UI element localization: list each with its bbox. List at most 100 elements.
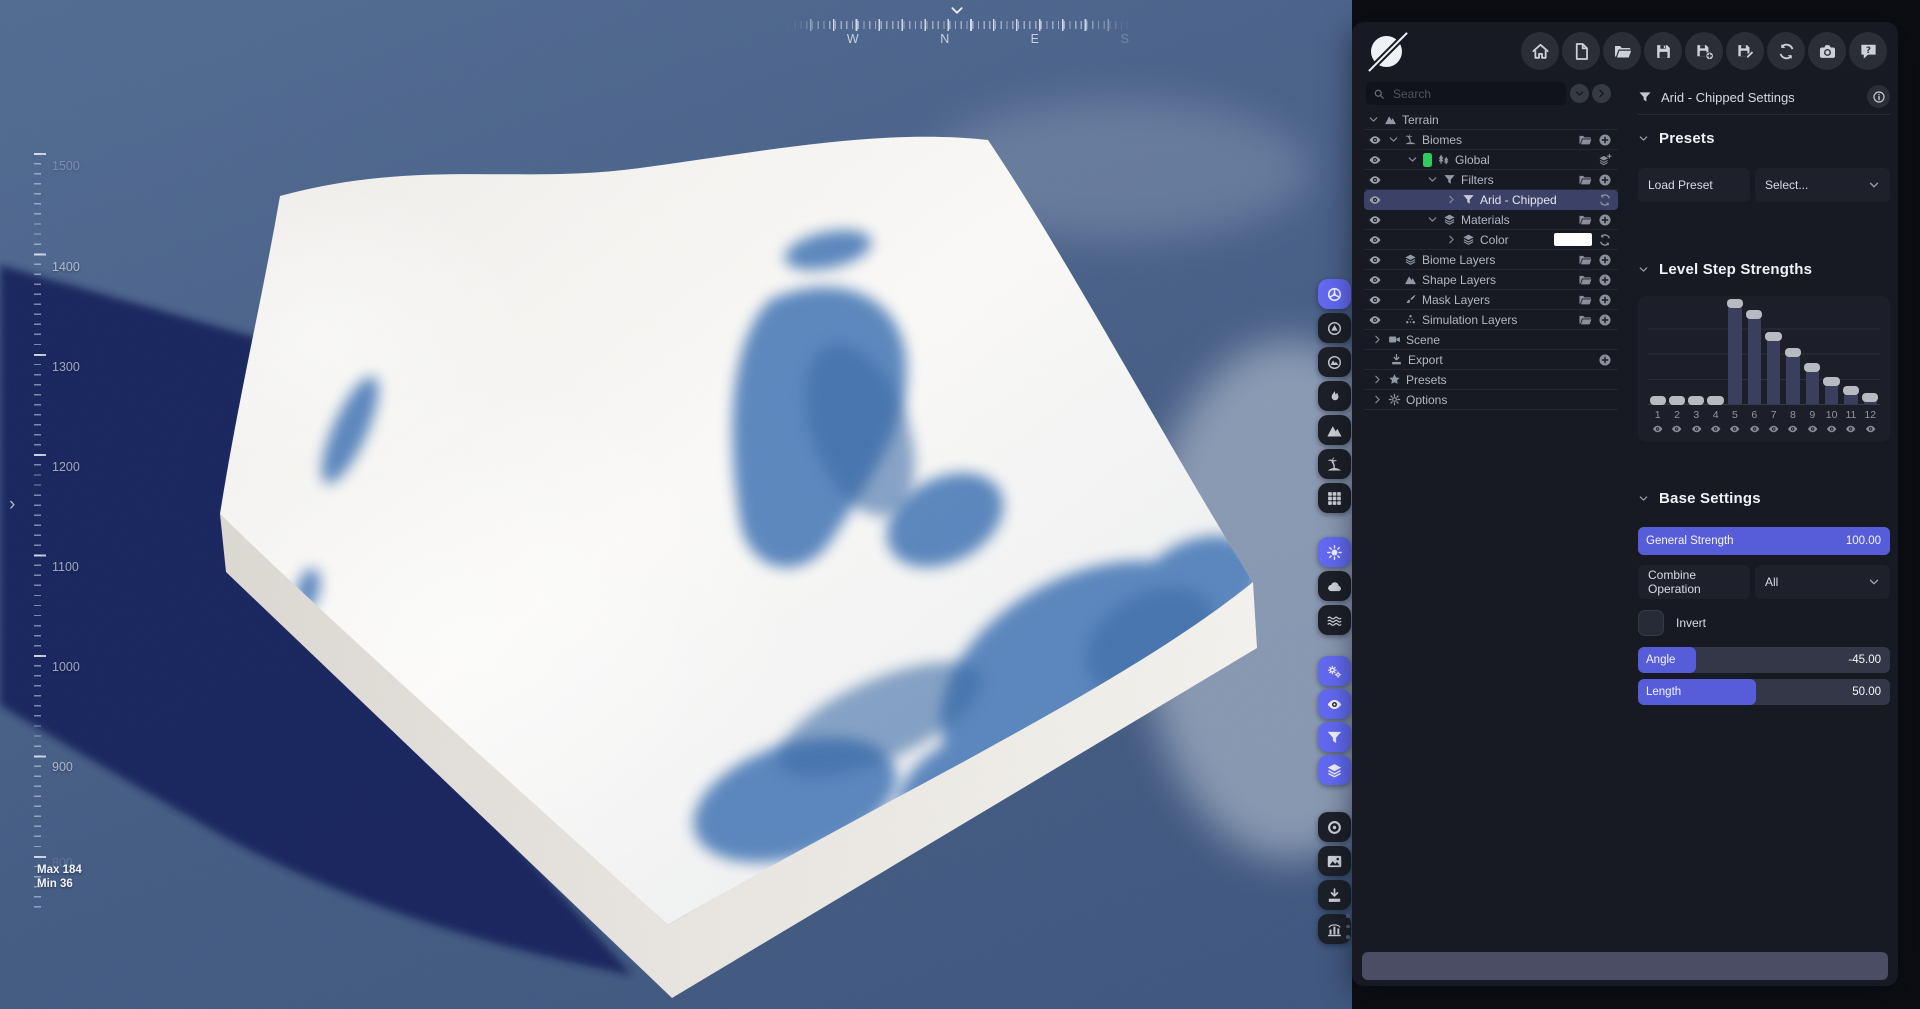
tree-item-terrain[interactable]: Terrain <box>1364 110 1618 130</box>
add-plus-icon[interactable] <box>1598 353 1612 367</box>
tool-island-button[interactable] <box>1318 449 1351 479</box>
layers-add-icon[interactable] <box>1598 153 1612 167</box>
folder-icon[interactable] <box>1578 253 1592 267</box>
sync-button[interactable] <box>1767 32 1805 70</box>
chevron-down-icon[interactable] <box>1388 134 1399 145</box>
tree-item-color[interactable]: Color <box>1364 230 1618 250</box>
tool-radial-wheel-button[interactable] <box>1318 279 1351 309</box>
chevron-down-icon[interactable] <box>1427 174 1438 185</box>
material-color-swatch[interactable] <box>1554 233 1592 246</box>
eye-icon[interactable] <box>1667 423 1686 435</box>
tree-item-materials[interactable]: Materials <box>1364 210 1618 230</box>
tool-target-button[interactable] <box>1318 812 1351 842</box>
visibility-eye-icon[interactable] <box>1368 133 1382 147</box>
eye-icon[interactable] <box>1861 423 1880 435</box>
combine-operation-dropdown[interactable]: All <box>1755 565 1890 599</box>
add-plus-icon[interactable] <box>1598 313 1612 327</box>
tool-visibility-button[interactable] <box>1318 689 1351 719</box>
folder-icon[interactable] <box>1578 133 1592 147</box>
tree-item-scene[interactable]: Scene <box>1364 330 1618 350</box>
tool-water-button[interactable] <box>1318 605 1351 635</box>
tool-circle-triangle-button[interactable] <box>1318 313 1351 343</box>
tool-circle-mountain-button[interactable] <box>1318 347 1351 377</box>
eye-icon[interactable] <box>1841 423 1860 435</box>
chevron-right-icon[interactable] <box>1372 334 1383 345</box>
add-plus-icon[interactable] <box>1598 253 1612 267</box>
chevron-right-icon[interactable] <box>1446 194 1457 205</box>
tree-collapse-all-button[interactable] <box>1570 84 1589 103</box>
visibility-eye-icon[interactable] <box>1368 213 1382 227</box>
chart-bar[interactable] <box>1803 304 1822 404</box>
compass-ruler[interactable]: W N E S <box>787 6 1132 48</box>
tree-item-simulation-layers[interactable]: Simulation Layers <box>1364 310 1618 330</box>
length-slider[interactable]: Length 50.00 <box>1638 679 1890 705</box>
tree-item-filters[interactable]: Filters <box>1364 170 1618 190</box>
folder-icon[interactable] <box>1578 173 1592 187</box>
invert-checkbox[interactable] <box>1638 610 1664 636</box>
eye-icon[interactable] <box>1803 423 1822 435</box>
tool-image-button[interactable] <box>1318 846 1351 876</box>
chart-bar[interactable] <box>1841 304 1860 404</box>
tool-gears-button[interactable] <box>1318 656 1351 686</box>
refresh-icon[interactable] <box>1598 193 1612 207</box>
eye-icon[interactable] <box>1822 423 1841 435</box>
chart-bar[interactable] <box>1667 304 1686 405</box>
chevron-right-icon[interactable] <box>1372 394 1383 405</box>
3d-viewport[interactable]: W N E S 1500 1400 1300 1200 1100 1000 90… <box>0 0 1352 1009</box>
chart-bar[interactable] <box>1687 304 1706 405</box>
eye-icon[interactable] <box>1725 423 1744 435</box>
add-plus-icon[interactable] <box>1598 273 1612 287</box>
tool-cloud-button[interactable] <box>1318 571 1351 601</box>
visibility-eye-icon[interactable] <box>1368 273 1382 287</box>
tool-mountain-button[interactable] <box>1318 415 1351 445</box>
visibility-eye-icon[interactable] <box>1368 233 1382 247</box>
tree-item-global[interactable]: Global <box>1364 150 1618 170</box>
chart-bar[interactable] <box>1745 304 1764 404</box>
eye-icon[interactable] <box>1706 423 1725 435</box>
visibility-eye-icon[interactable] <box>1368 153 1382 167</box>
eye-icon[interactable] <box>1745 423 1764 435</box>
chevron-down-icon[interactable] <box>1427 214 1438 225</box>
add-plus-icon[interactable] <box>1598 293 1612 307</box>
add-plus-icon[interactable] <box>1598 133 1612 147</box>
tool-filter-button[interactable] <box>1318 722 1351 752</box>
visibility-eye-icon[interactable] <box>1368 193 1382 207</box>
panel-resize-handle[interactable] <box>1346 914 1350 946</box>
section-presets[interactable]: Presets <box>1638 130 1715 147</box>
chart-bar[interactable] <box>1725 299 1744 404</box>
eye-icon[interactable] <box>1687 423 1706 435</box>
level-step-strengths-chart[interactable]: 1 2 3 4 5 6 7 8 9 10 11 12 <box>1638 296 1890 442</box>
save-as-button[interactable] <box>1685 32 1723 70</box>
tool-layers-button[interactable] <box>1318 755 1351 785</box>
left-panel-expand-chevron[interactable]: › <box>9 494 15 516</box>
visibility-eye-icon[interactable] <box>1368 313 1382 327</box>
chart-bar[interactable] <box>1822 304 1841 404</box>
visibility-eye-icon[interactable] <box>1368 253 1382 267</box>
tree-item-export[interactable]: Export <box>1364 350 1618 370</box>
help-button[interactable] <box>1849 32 1887 70</box>
tree-item-arid-chipped[interactable]: Arid - Chipped <box>1364 190 1618 210</box>
search-input[interactable] <box>1391 85 1541 102</box>
save-edit-button[interactable] <box>1726 32 1764 70</box>
chart-bar[interactable] <box>1764 304 1783 404</box>
visibility-eye-icon[interactable] <box>1368 173 1382 187</box>
tool-sun-button[interactable] <box>1318 537 1351 567</box>
eye-icon[interactable] <box>1783 423 1802 435</box>
eye-icon[interactable] <box>1764 423 1783 435</box>
eye-icon[interactable] <box>1648 423 1667 435</box>
tree-expand-button[interactable] <box>1592 84 1611 103</box>
screenshot-button[interactable] <box>1808 32 1846 70</box>
save-button[interactable] <box>1644 32 1682 70</box>
open-project-button[interactable] <box>1603 32 1641 70</box>
home-button[interactable] <box>1521 32 1559 70</box>
folder-icon[interactable] <box>1578 313 1592 327</box>
folder-icon[interactable] <box>1578 273 1592 287</box>
tool-grid-button[interactable] <box>1318 483 1351 513</box>
chart-bar[interactable] <box>1648 304 1667 405</box>
refresh-icon[interactable] <box>1598 233 1612 247</box>
chevron-down-icon[interactable] <box>1407 154 1418 165</box>
chart-bar[interactable] <box>1861 304 1880 404</box>
info-button[interactable] <box>1867 85 1890 108</box>
tree-item-biome-layers[interactable]: Biome Layers <box>1364 250 1618 270</box>
add-plus-icon[interactable] <box>1598 213 1612 227</box>
